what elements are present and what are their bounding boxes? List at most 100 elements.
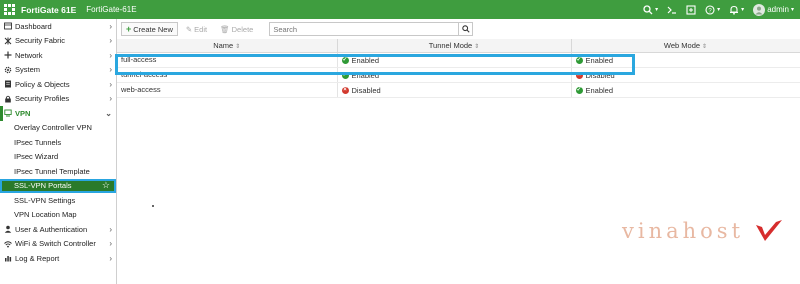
sidebar-item-label: Dashboard <box>15 21 52 31</box>
sidebar-item-label: Overlay Controller VPN <box>14 123 92 133</box>
notifications-button[interactable]: ▾ <box>729 5 744 15</box>
chevron-right-icon: › <box>109 65 112 75</box>
sidebar-item-ipsec-wizard[interactable]: IPsec Wizard <box>0 150 116 165</box>
sidebar-item-label: System <box>15 65 41 75</box>
search-button[interactable] <box>459 22 474 36</box>
ssl-vpn-portals-table: Name ⇕ Tunnel Mode ⇕ Web Mode ⇕ full-access… <box>117 39 800 98</box>
gear-icon <box>4 66 12 74</box>
chevron-right-icon: › <box>109 239 112 249</box>
chevron-down-icon: ⌄ <box>105 108 112 118</box>
cell-name: full-access <box>117 52 338 68</box>
sidebar-item-ipsec-tunnel-template[interactable]: IPsec Tunnel Template <box>0 164 116 179</box>
cell-name: web-access <box>117 82 338 98</box>
edit-button[interactable]: ✎ Edit <box>181 22 212 36</box>
chart-icon <box>4 254 12 262</box>
check-circle-icon: ✓ <box>341 57 349 64</box>
chevron-right-icon: › <box>109 224 112 234</box>
status-text: Enabled <box>585 86 614 95</box>
sidebar-item-label: IPsec Wizard <box>14 152 59 162</box>
chevron-right-icon: › <box>109 36 112 46</box>
column-header-tunnel-mode[interactable]: Tunnel Mode ⇕ <box>337 39 572 53</box>
watermark-text: vinahost <box>622 219 745 243</box>
edit-label: Edit <box>194 24 208 34</box>
column-header-label: Name <box>213 40 234 50</box>
column-header-web-mode[interactable]: Web Mode ⇕ <box>571 39 800 53</box>
fabric-icon <box>4 37 12 45</box>
username: admin <box>767 5 789 14</box>
hostname: FortiGate-61E <box>86 5 137 14</box>
sidebar-item-vpn-location-map[interactable]: VPN Location Map <box>0 208 116 223</box>
user-menu-button[interactable]: admin ▾ <box>753 3 794 16</box>
sidebar-item-security-fabric[interactable]: Security Fabric › <box>0 34 116 49</box>
sidebar-item-label: Log & Report <box>15 253 60 263</box>
create-new-button[interactable]: + Create New <box>121 22 178 36</box>
search-icon <box>643 4 653 14</box>
column-header-name[interactable]: Name ⇕ <box>117 39 338 53</box>
policy-icon <box>4 80 12 88</box>
favorite-star-icon[interactable]: ☆ <box>102 180 110 191</box>
lock-icon <box>4 95 12 103</box>
search-input[interactable] <box>269 22 460 36</box>
help-button[interactable]: ? ▾ <box>705 4 720 15</box>
search-menu-button[interactable]: ▾ <box>643 4 658 15</box>
sidebar-item-security-profiles[interactable]: Security Profiles › <box>0 92 116 107</box>
delete-button[interactable]: 🗑 Delete <box>215 22 258 36</box>
sidebar-item-label: IPsec Tunnels <box>14 137 62 147</box>
status-text: Disabled <box>585 71 615 80</box>
table-row[interactable]: web-access × Disabled ✓ Enabled <box>117 82 800 98</box>
sidebar-item-label: IPsec Tunnel Template <box>14 166 90 176</box>
help-icon: ? <box>705 4 715 15</box>
sidebar-item-label: Security Fabric <box>15 36 66 46</box>
sidebar-item-label: Policy & Objects <box>15 79 70 89</box>
chevron-right-icon: › <box>109 50 112 60</box>
top-bar: FortiGate 61E FortiGate-61E ▾ ? ▾ ▾ admin… <box>0 0 800 19</box>
cell-web-mode: ✓ Enabled <box>571 82 800 98</box>
sidebar-item-user-authentication[interactable]: User & Authentication › <box>0 222 116 237</box>
sidebar-item-label: SSL-VPN Portals <box>14 181 72 191</box>
sidebar-item-network[interactable]: Network › <box>0 48 116 63</box>
sidebar-item-vpn[interactable]: VPN ⌄ <box>0 106 116 121</box>
sidebar-item-dashboard[interactable]: Dashboard › <box>0 19 116 34</box>
sidebar: Dashboard › Security Fabric › Network › … <box>0 19 117 284</box>
watermark-logo: vinahost <box>622 219 792 249</box>
plus-icon: + <box>126 24 132 34</box>
check-circle-icon: ✓ <box>341 72 349 79</box>
sidebar-item-label: Network <box>15 50 43 60</box>
status-text: Enabled <box>351 56 380 65</box>
sidebar-item-system[interactable]: System › <box>0 63 116 78</box>
column-header-label: Web Mode <box>663 40 701 50</box>
create-new-label: Create New <box>133 24 173 34</box>
vpn-icon <box>4 109 12 117</box>
bell-icon <box>730 5 739 15</box>
sidebar-item-wifi-switch[interactable]: WiFi & Switch Controller › <box>0 237 116 252</box>
table-row[interactable]: full-access ✓ Enabled ✓ Enabled <box>117 52 800 68</box>
chevron-right-icon: › <box>109 253 112 263</box>
chevron-right-icon: › <box>109 79 112 89</box>
cell-tunnel-mode: ✓ Enabled <box>337 67 572 83</box>
status-text: Enabled <box>585 56 614 65</box>
user-avatar-icon <box>755 6 763 14</box>
pencil-icon: ✎ <box>185 24 193 34</box>
sidebar-item-label: SSL-VPN Settings <box>14 195 76 205</box>
column-header-label: Tunnel Mode <box>428 40 473 50</box>
cell-tunnel-mode: ✓ Enabled <box>337 52 572 68</box>
status-text: Disabled <box>351 86 381 95</box>
chevron-right-icon: › <box>109 94 112 104</box>
status-text: Enabled <box>351 71 380 80</box>
stray-mark <box>152 205 154 207</box>
sidebar-item-overlay-controller-vpn[interactable]: Overlay Controller VPN <box>0 121 116 136</box>
table-row[interactable]: tunnel-access ✓ Enabled × Disabled <box>117 67 800 83</box>
sidebar-item-ssl-vpn-portals[interactable]: SSL-VPN Portals ☆ <box>0 178 116 193</box>
sidebar-item-ssl-vpn-settings[interactable]: SSL-VPN Settings <box>0 193 116 208</box>
fullscreen-button[interactable] <box>686 4 696 15</box>
delete-label: Delete <box>231 24 254 34</box>
dashboard-icon <box>4 22 12 30</box>
sidebar-item-log-report[interactable]: Log & Report › <box>0 251 116 266</box>
chevron-right-icon: › <box>109 21 112 31</box>
product-name: FortiGate 61E <box>21 4 77 15</box>
cli-console-button[interactable] <box>667 5 677 15</box>
terminal-icon <box>667 6 677 14</box>
sidebar-item-ipsec-tunnels[interactable]: IPsec Tunnels <box>0 135 116 150</box>
cell-name: tunnel-access <box>117 67 338 83</box>
sidebar-item-policy-objects[interactable]: Policy & Objects › <box>0 77 116 92</box>
